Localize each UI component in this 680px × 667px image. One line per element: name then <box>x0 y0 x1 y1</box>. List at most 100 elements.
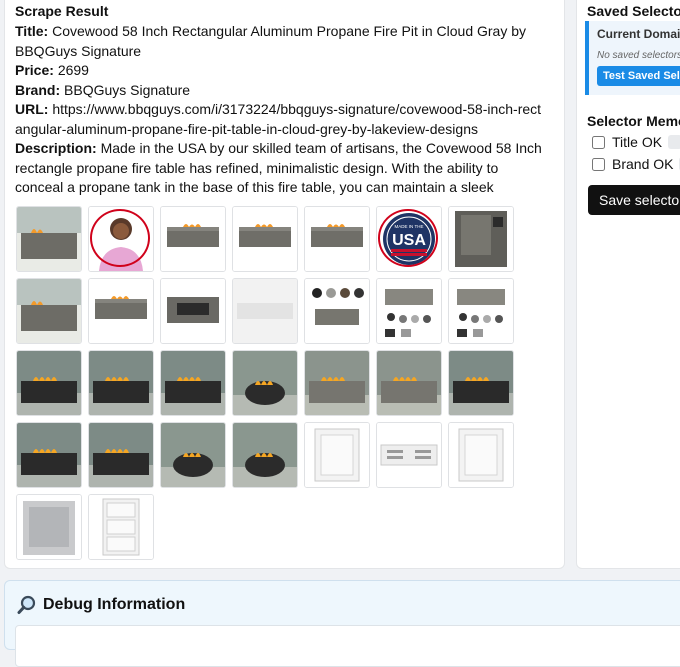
scrape-result-heading: Scrape Result <box>15 3 109 19</box>
product-thumbnail[interactable]: MADE IN THE USA <box>376 206 442 272</box>
product-thumbnail[interactable] <box>16 278 82 344</box>
product-image <box>305 351 369 415</box>
title-ok-option[interactable]: Title OK <box>589 134 680 150</box>
product-thumbnail[interactable] <box>376 278 442 344</box>
product-thumbnail[interactable] <box>304 278 370 344</box>
product-thumbnail[interactable] <box>88 494 154 560</box>
product-thumbnail[interactable] <box>160 422 226 488</box>
product-image <box>89 423 153 487</box>
product-thumbnail[interactable] <box>160 206 226 272</box>
product-image <box>377 351 441 415</box>
product-thumbnail[interactable] <box>376 350 442 416</box>
product-thumbnail[interactable] <box>88 206 154 272</box>
product-image: MADE IN THE USA <box>377 207 441 271</box>
product-image <box>161 423 225 487</box>
magnifier-icon <box>17 595 36 614</box>
product-image <box>17 207 81 271</box>
url-row: URL: https://www.bbqguys.com/i/3173224/b… <box>15 100 545 139</box>
brand-row: Brand: BBQGuys Signature <box>15 81 545 101</box>
product-thumbnail[interactable] <box>448 350 514 416</box>
product-thumbnail[interactable] <box>16 206 82 272</box>
title-ok-checkbox[interactable] <box>592 135 605 149</box>
title-ok-tag <box>668 135 680 149</box>
product-image <box>233 423 297 487</box>
price-label: Price: <box>15 62 54 78</box>
product-thumbnail[interactable] <box>448 422 514 488</box>
product-thumbnail[interactable] <box>304 422 370 488</box>
product-thumbnail[interactable] <box>16 422 82 488</box>
product-thumbnail[interactable] <box>88 278 154 344</box>
product-image <box>449 351 513 415</box>
description-label: Description: <box>15 140 97 156</box>
product-image <box>449 207 513 271</box>
product-image <box>233 207 297 271</box>
title-label: Title: <box>15 23 49 39</box>
product-image <box>161 279 225 343</box>
brand-ok-option[interactable]: Brand OK <box>589 156 680 172</box>
selector-memory-heading: Selector Memory <box>587 113 680 129</box>
title-value: Covewood 58 Inch Rectangular Aluminum Pr… <box>15 23 527 59</box>
price-row: Price: 2699 <box>15 61 545 81</box>
product-thumbnail[interactable] <box>16 350 82 416</box>
product-thumbnail[interactable] <box>160 278 226 344</box>
product-image <box>17 351 81 415</box>
product-image <box>377 423 441 487</box>
title-row: Title: Covewood 58 Inch Rectangular Alum… <box>15 22 545 61</box>
saved-selectors-panel: Saved Selectors Current Domain No saved … <box>576 0 680 569</box>
url-label: URL: <box>15 101 49 117</box>
product-thumbnail[interactable] <box>232 278 298 344</box>
price-value: 2699 <box>57 62 89 78</box>
product-image <box>449 279 513 343</box>
product-thumbnail[interactable] <box>304 350 370 416</box>
product-thumbnail[interactable] <box>160 350 226 416</box>
svg-text:USA: USA <box>392 232 426 249</box>
product-image <box>161 351 225 415</box>
product-thumbnail[interactable] <box>304 206 370 272</box>
product-image <box>17 423 81 487</box>
product-thumbnail[interactable] <box>88 422 154 488</box>
product-image <box>89 207 153 271</box>
product-thumbnail[interactable] <box>232 422 298 488</box>
product-image <box>17 495 81 559</box>
result-fields: Title: Covewood 58 Inch Rectangular Alum… <box>15 22 545 197</box>
product-image <box>17 279 81 343</box>
product-image <box>377 279 441 343</box>
debug-header[interactable]: Debug Information <box>17 595 185 615</box>
svg-text:MADE IN THE: MADE IN THE <box>395 224 424 229</box>
current-domain-label: Current Domain <box>597 27 680 41</box>
debug-panel: Debug Information <box>4 580 680 667</box>
scrape-result-panel: Scrape Result Title: Covewood 58 Inch Re… <box>4 0 565 569</box>
product-thumbnail[interactable] <box>232 206 298 272</box>
product-thumbnail[interactable] <box>448 278 514 344</box>
product-image <box>233 351 297 415</box>
save-selectors-button[interactable]: Save selectors <box>588 185 680 215</box>
product-image <box>233 279 297 343</box>
product-thumbnail[interactable] <box>16 494 82 560</box>
product-thumbnail[interactable] <box>232 350 298 416</box>
url-value: https://www.bbqguys.com/i/3173224/bbqguy… <box>15 101 542 137</box>
current-domain-box: Current Domain No saved selectors Test S… <box>585 21 680 95</box>
product-thumbnail[interactable] <box>448 206 514 272</box>
debug-content <box>15 625 680 667</box>
debug-heading: Debug Information <box>43 596 186 613</box>
product-image <box>305 279 369 343</box>
title-ok-label: Title OK <box>612 134 663 150</box>
brand-label: Brand: <box>15 81 61 98</box>
product-thumbnail[interactable] <box>88 350 154 416</box>
product-image <box>89 351 153 415</box>
brand-ok-checkbox[interactable] <box>592 157 605 171</box>
product-image <box>161 207 225 271</box>
product-image <box>305 423 369 487</box>
brand-value: BBQGuys Signature <box>64 81 191 98</box>
product-image <box>305 207 369 271</box>
image-thumbnail-grid: MADE IN THE USA <box>16 206 536 560</box>
description-row: Description: Made in the USA by our skil… <box>15 139 545 197</box>
product-image <box>89 495 153 559</box>
test-saved-selectors-button[interactable]: Test Saved Selectors <box>597 66 680 86</box>
product-thumbnail[interactable] <box>376 422 442 488</box>
saved-selectors-heading: Saved Selectors <box>587 3 680 19</box>
no-selectors-text: No saved selectors <box>597 50 680 61</box>
brand-ok-label: Brand OK <box>612 156 674 172</box>
product-image <box>89 279 153 343</box>
product-image <box>449 423 513 487</box>
